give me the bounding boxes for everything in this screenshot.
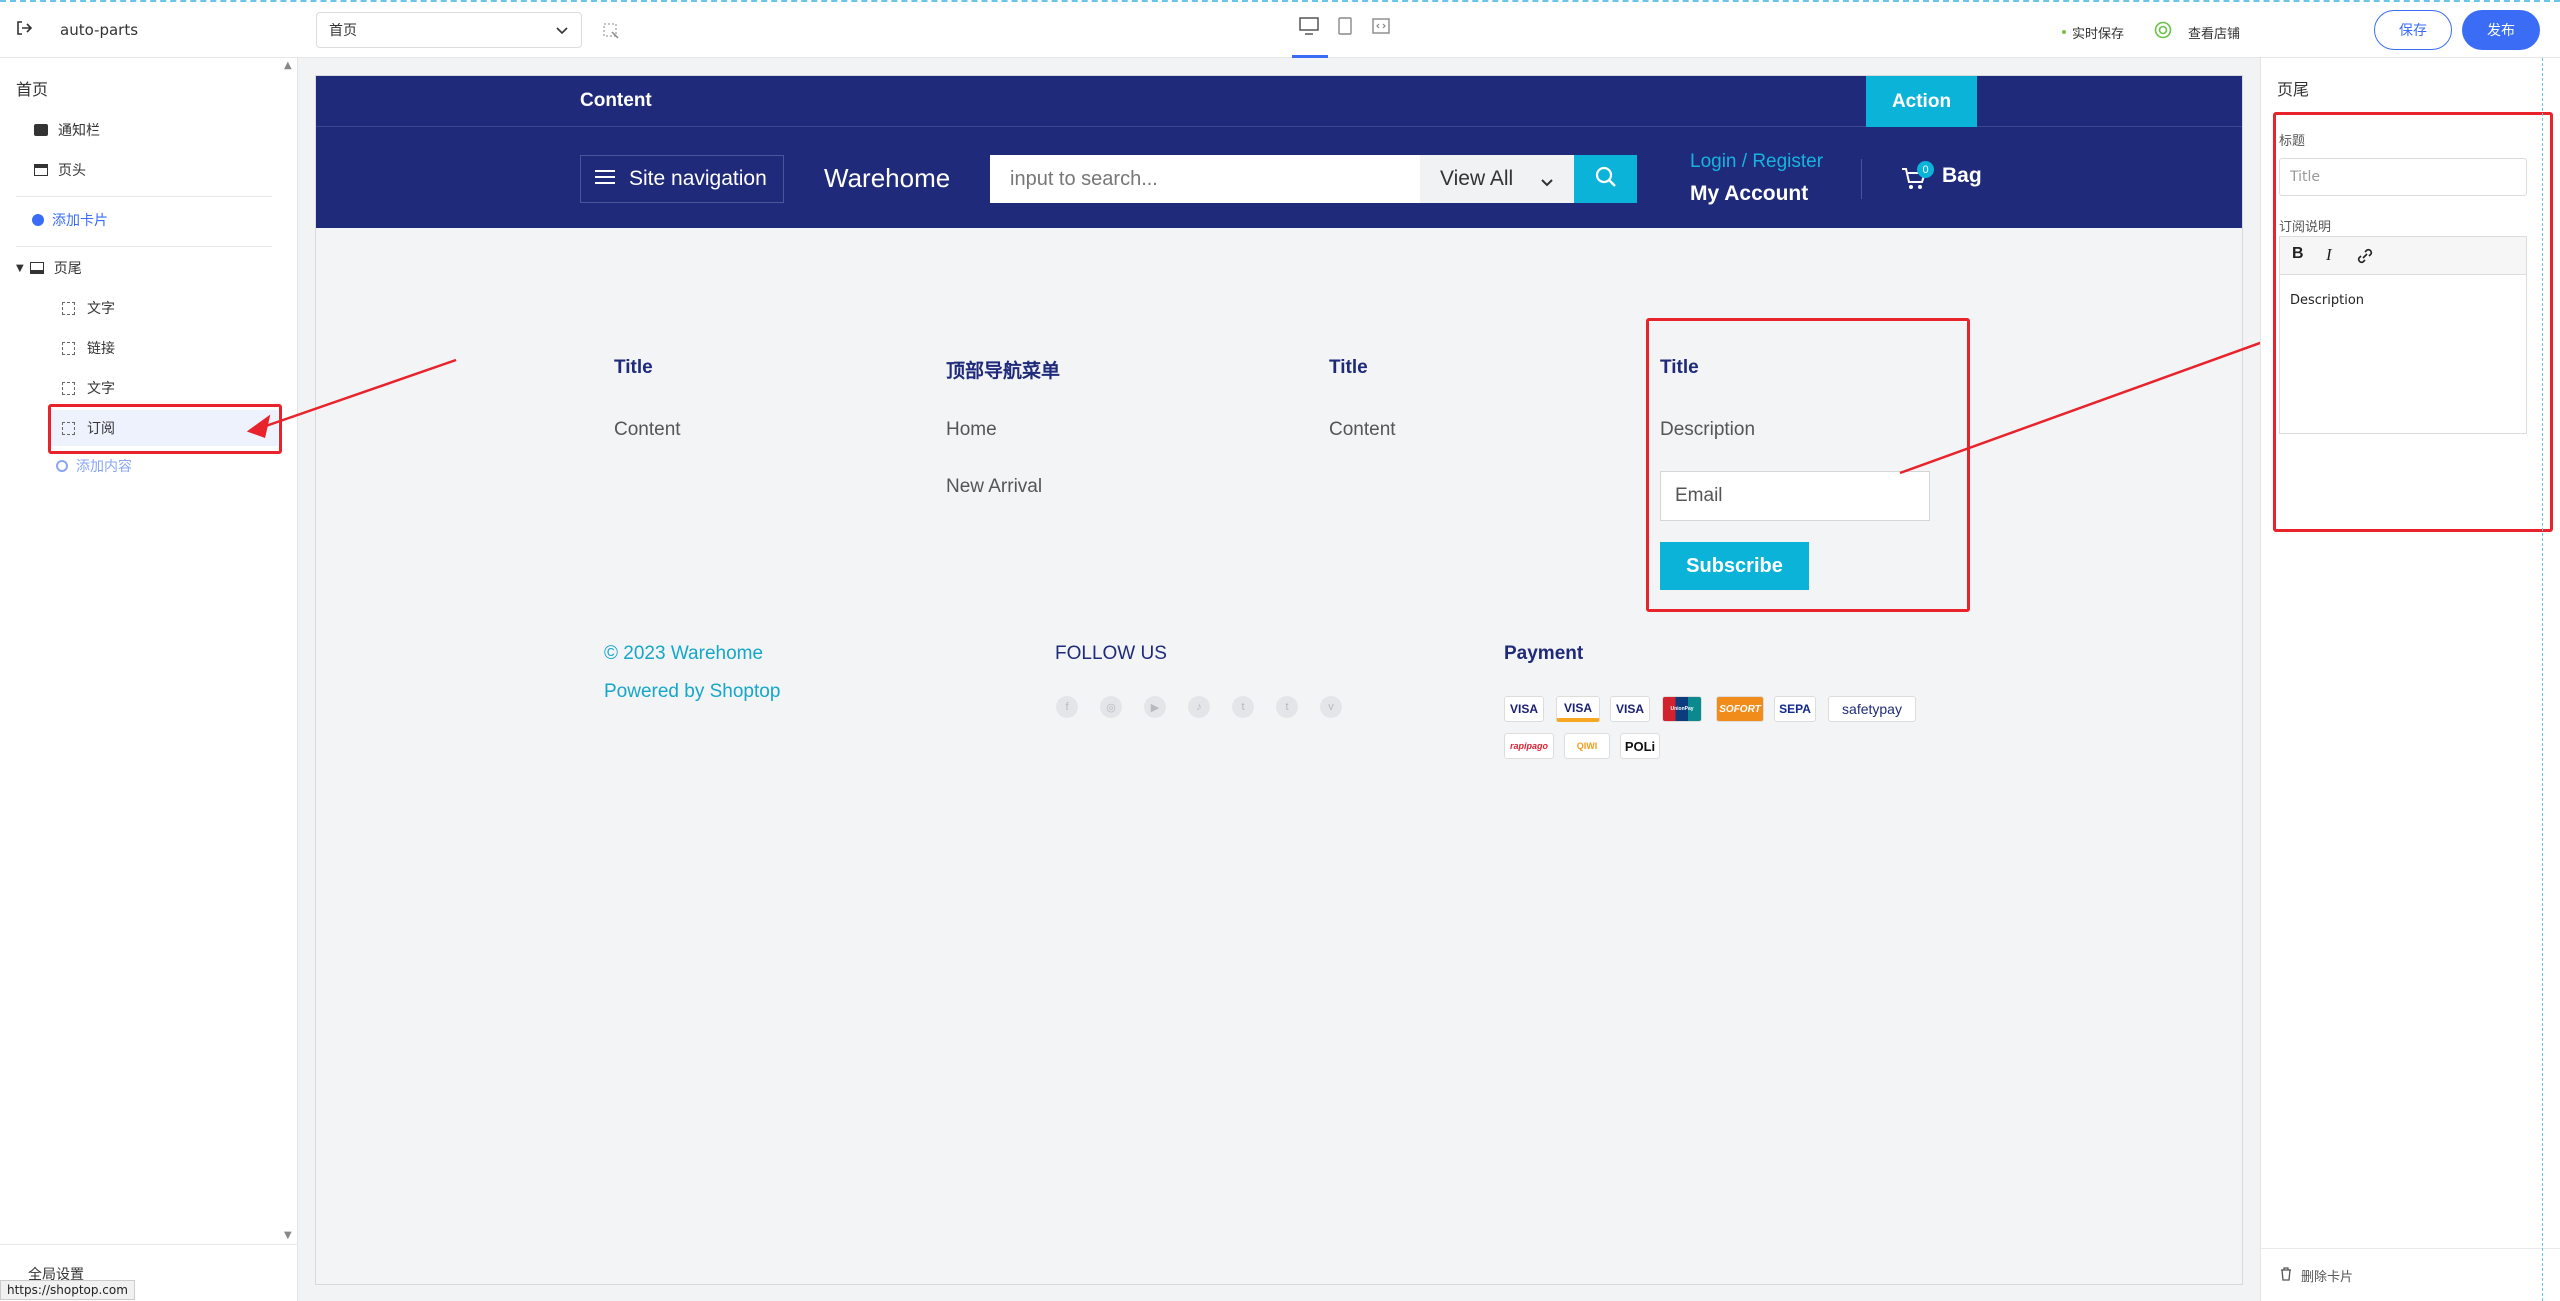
- annotation-arrow-right: [1899, 328, 2297, 475]
- settings-panel: 页尾 标题 Title 订阅说明 B I Description 删除卡片: [2260, 58, 2560, 1301]
- annotation-arrow-left: [259, 358, 457, 430]
- trash-icon[interactable]: [2279, 1266, 2293, 1285]
- title-input-placeholder: Title: [2290, 169, 2321, 185]
- annotation-arrowhead-left: [246, 414, 271, 438]
- bold-icon[interactable]: B: [2292, 245, 2304, 263]
- right-edge-guide: [2542, 58, 2543, 1301]
- link-icon[interactable]: [2356, 247, 2374, 269]
- title-input[interactable]: Title: [2279, 158, 2527, 196]
- description-editor-text: Description: [2290, 293, 2365, 308]
- italic-icon[interactable]: I: [2326, 245, 2332, 265]
- panel-title: 页尾: [2277, 80, 2310, 99]
- description-editor[interactable]: Description: [2279, 274, 2527, 434]
- title-field-label: 标题: [2279, 134, 2306, 149]
- annotation-arrows: [246, 322, 2308, 475]
- delete-card-button[interactable]: 删除卡片: [2301, 1266, 2353, 1285]
- description-field-label: 订阅说明: [2279, 220, 2332, 235]
- rich-text-toolbar: B I: [2279, 236, 2527, 274]
- divider: [2261, 1248, 2560, 1249]
